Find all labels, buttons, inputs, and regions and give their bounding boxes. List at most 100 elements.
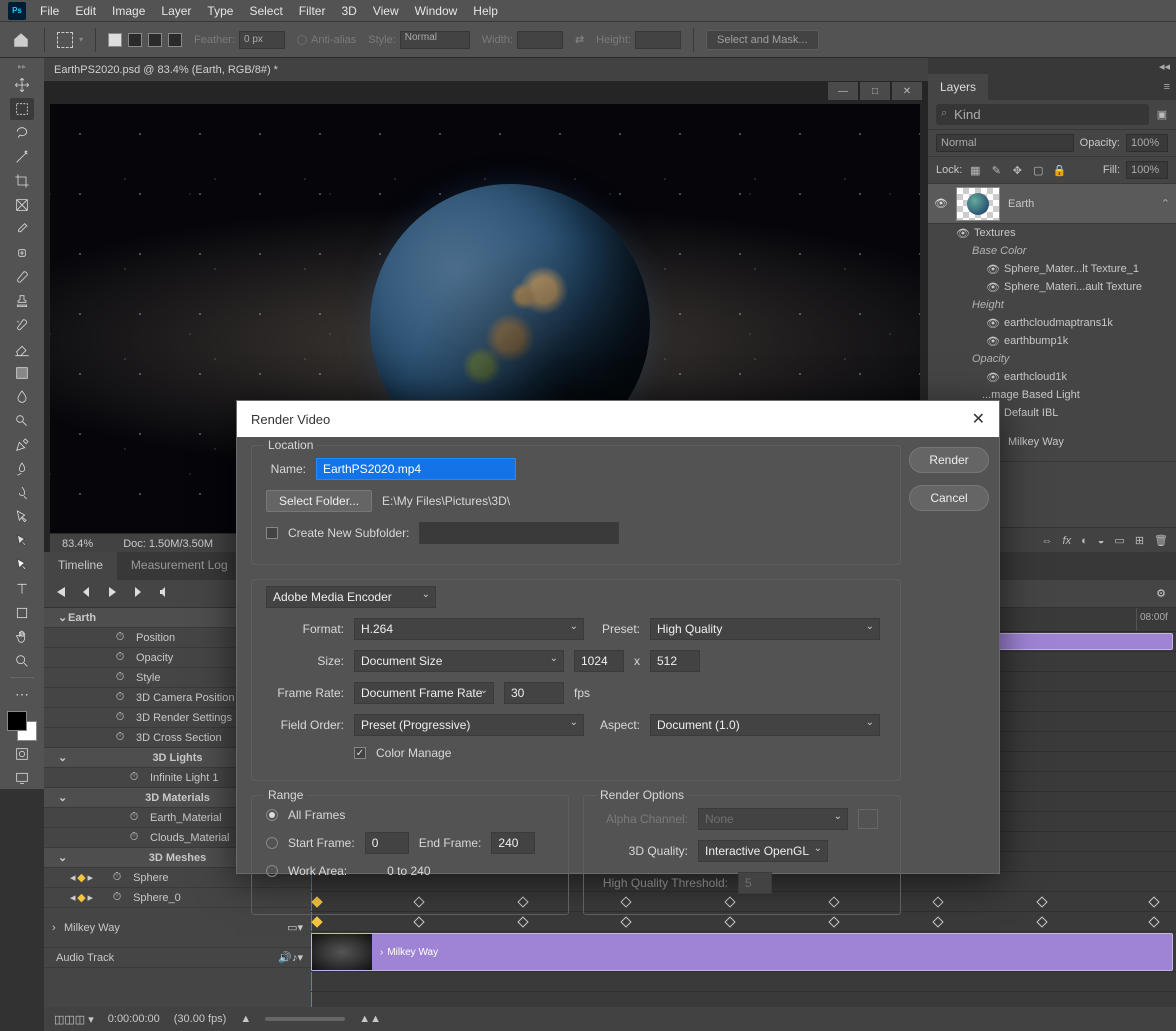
zoom-in-icon[interactable]: ▲▲	[359, 1013, 381, 1025]
hand-tool[interactable]	[10, 626, 34, 648]
zoom-out-icon[interactable]: ▲	[240, 1013, 251, 1025]
trash-icon[interactable]: 🗑	[1154, 534, 1168, 547]
antialias-checkbox[interactable]	[297, 35, 307, 45]
arrow-white-tool[interactable]	[10, 554, 34, 576]
pen-tool[interactable]	[10, 434, 34, 456]
gradient-tool[interactable]	[10, 362, 34, 384]
menu-type[interactable]: Type	[199, 0, 241, 22]
timeline-tab[interactable]: Timeline	[44, 552, 117, 580]
link-icon[interactable]: ⇔	[1042, 535, 1053, 547]
wand-tool[interactable]	[10, 146, 34, 168]
field-select[interactable]: Preset (Progressive)	[354, 714, 584, 736]
layer-name[interactable]: Milkey Way	[1008, 436, 1064, 448]
feather-input[interactable]	[239, 31, 285, 49]
size-h-input[interactable]	[650, 650, 700, 672]
history-brush-tool[interactable]	[10, 314, 34, 336]
note-icon[interactable]: ♪▾	[292, 951, 303, 964]
menu-help[interactable]: Help	[465, 0, 506, 22]
style-select[interactable]: Normal	[400, 31, 470, 49]
panel-menu-icon[interactable]: ≡	[988, 74, 1176, 100]
expand-icon[interactable]: ⌃	[1161, 197, 1170, 210]
blend-mode-select[interactable]: Normal	[936, 134, 1074, 152]
zoom-tool[interactable]	[10, 650, 34, 672]
adjustment-icon[interactable]: ◒	[1098, 535, 1105, 547]
eraser-tool[interactable]	[10, 338, 34, 360]
brush-tool[interactable]	[10, 266, 34, 288]
frame-tool[interactable]	[10, 194, 34, 216]
layer-thumbnail[interactable]	[956, 187, 1000, 221]
sublayer-tex2[interactable]: 👁Sphere_Materi...ault Texture	[928, 278, 1176, 296]
menu-edit[interactable]: Edit	[67, 0, 104, 22]
path-select-tool[interactable]	[10, 482, 34, 504]
cancel-button[interactable]: Cancel	[909, 485, 989, 511]
framerate-select[interactable]: Document Frame Rate	[354, 682, 494, 704]
height-input[interactable]	[635, 31, 681, 49]
doc-minimize-icon[interactable]: —	[828, 82, 858, 100]
visibility-icon[interactable]: 👁	[934, 197, 948, 210]
layer-earth[interactable]: 👁 Earth ⌃	[928, 184, 1176, 224]
audio-icon[interactable]: 🔊	[278, 951, 292, 964]
fill-input[interactable]	[1126, 161, 1168, 179]
subfolder-input[interactable]	[419, 522, 619, 544]
move-tool[interactable]	[10, 74, 34, 96]
layer-name[interactable]: Earth	[1008, 198, 1034, 210]
clip-milkyway[interactable]: › Milkey Way	[311, 933, 1173, 971]
play-icon[interactable]	[106, 586, 118, 601]
start-frame-radio[interactable]	[266, 837, 278, 849]
size-w-input[interactable]	[574, 650, 624, 672]
format-select[interactable]: H.264	[354, 618, 584, 640]
document-tab[interactable]: EarthPS2020.psd @ 83.4% (Earth, RGB/8#) …	[44, 58, 928, 82]
all-frames-radio[interactable]	[266, 809, 278, 821]
text-tool[interactable]	[10, 578, 34, 600]
sublayer-o1[interactable]: 👁earthcloud1k	[928, 368, 1176, 386]
aspect-select[interactable]: Document (1.0)	[650, 714, 880, 736]
lasso-tool[interactable]	[10, 122, 34, 144]
timeline-menu-icon[interactable]: ◫◫◫ ▾	[54, 1013, 94, 1026]
start-frame-input[interactable]	[365, 832, 409, 854]
tl-audio[interactable]: Audio Track🔊♪▾	[44, 948, 311, 968]
fx-icon[interactable]: fx	[1063, 535, 1072, 547]
crop-tool[interactable]	[10, 170, 34, 192]
menu-view[interactable]: View	[365, 0, 407, 22]
sublayer-height[interactable]: Height	[928, 296, 1176, 314]
encoder-select[interactable]: Adobe Media Encoder	[266, 586, 436, 608]
menu-layer[interactable]: Layer	[153, 0, 199, 22]
home-icon[interactable]	[10, 29, 32, 51]
toolbox-handle[interactable]: ▸▸	[18, 62, 26, 72]
quality-select[interactable]: Interactive OpenGL	[698, 840, 828, 862]
close-icon[interactable]: ✕	[972, 409, 985, 429]
zoom-slider[interactable]	[265, 1017, 345, 1021]
sublayer-opacity[interactable]: Opacity	[928, 350, 1176, 368]
fps-input[interactable]	[504, 682, 564, 704]
menu-image[interactable]: Image	[104, 0, 153, 22]
size-select[interactable]: Document Size	[354, 650, 564, 672]
end-frame-input[interactable]	[491, 832, 535, 854]
arrow-tool[interactable]	[10, 530, 34, 552]
sublayer-basecolor[interactable]: Base Color	[928, 242, 1176, 260]
screenmode-tool[interactable]	[10, 767, 34, 789]
measurement-tab[interactable]: Measurement Log	[117, 552, 242, 580]
mask-icon[interactable]: ◐	[1081, 535, 1088, 547]
prev-frame-icon[interactable]	[80, 586, 92, 601]
sublayer-h1[interactable]: 👁earthcloudmaptrans1k	[928, 314, 1176, 332]
swap-dimensions-icon[interactable]: ⇄	[575, 33, 584, 46]
next-frame-icon[interactable]	[132, 586, 144, 601]
color-swatches[interactable]	[7, 711, 37, 741]
sublayer-tex1[interactable]: 👁Sphere_Mater...lt Texture_1	[928, 260, 1176, 278]
create-subfolder-checkbox[interactable]	[266, 527, 278, 539]
dodge-tool[interactable]	[10, 410, 34, 432]
eyedropper-tool[interactable]	[10, 218, 34, 240]
doc-size[interactable]: Doc: 1.50M/3.50M	[123, 538, 213, 550]
blur-tool[interactable]	[10, 386, 34, 408]
group-icon[interactable]: ▭	[1114, 534, 1124, 547]
opacity-input[interactable]	[1126, 134, 1168, 152]
new-layer-icon[interactable]: ⊞	[1135, 534, 1144, 547]
go-start-icon[interactable]	[54, 586, 66, 601]
preset-select[interactable]: High Quality	[650, 618, 880, 640]
filter-icons[interactable]: ▣◐T◫◻◯	[1155, 108, 1176, 122]
lock-icons[interactable]: ▦✎✥▢🔒	[968, 163, 1066, 177]
quickmask-tool[interactable]	[10, 743, 34, 765]
doc-maximize-icon[interactable]: □	[860, 82, 890, 100]
width-input[interactable]	[517, 31, 563, 49]
more-tools-icon[interactable]: ⋯	[10, 683, 34, 705]
